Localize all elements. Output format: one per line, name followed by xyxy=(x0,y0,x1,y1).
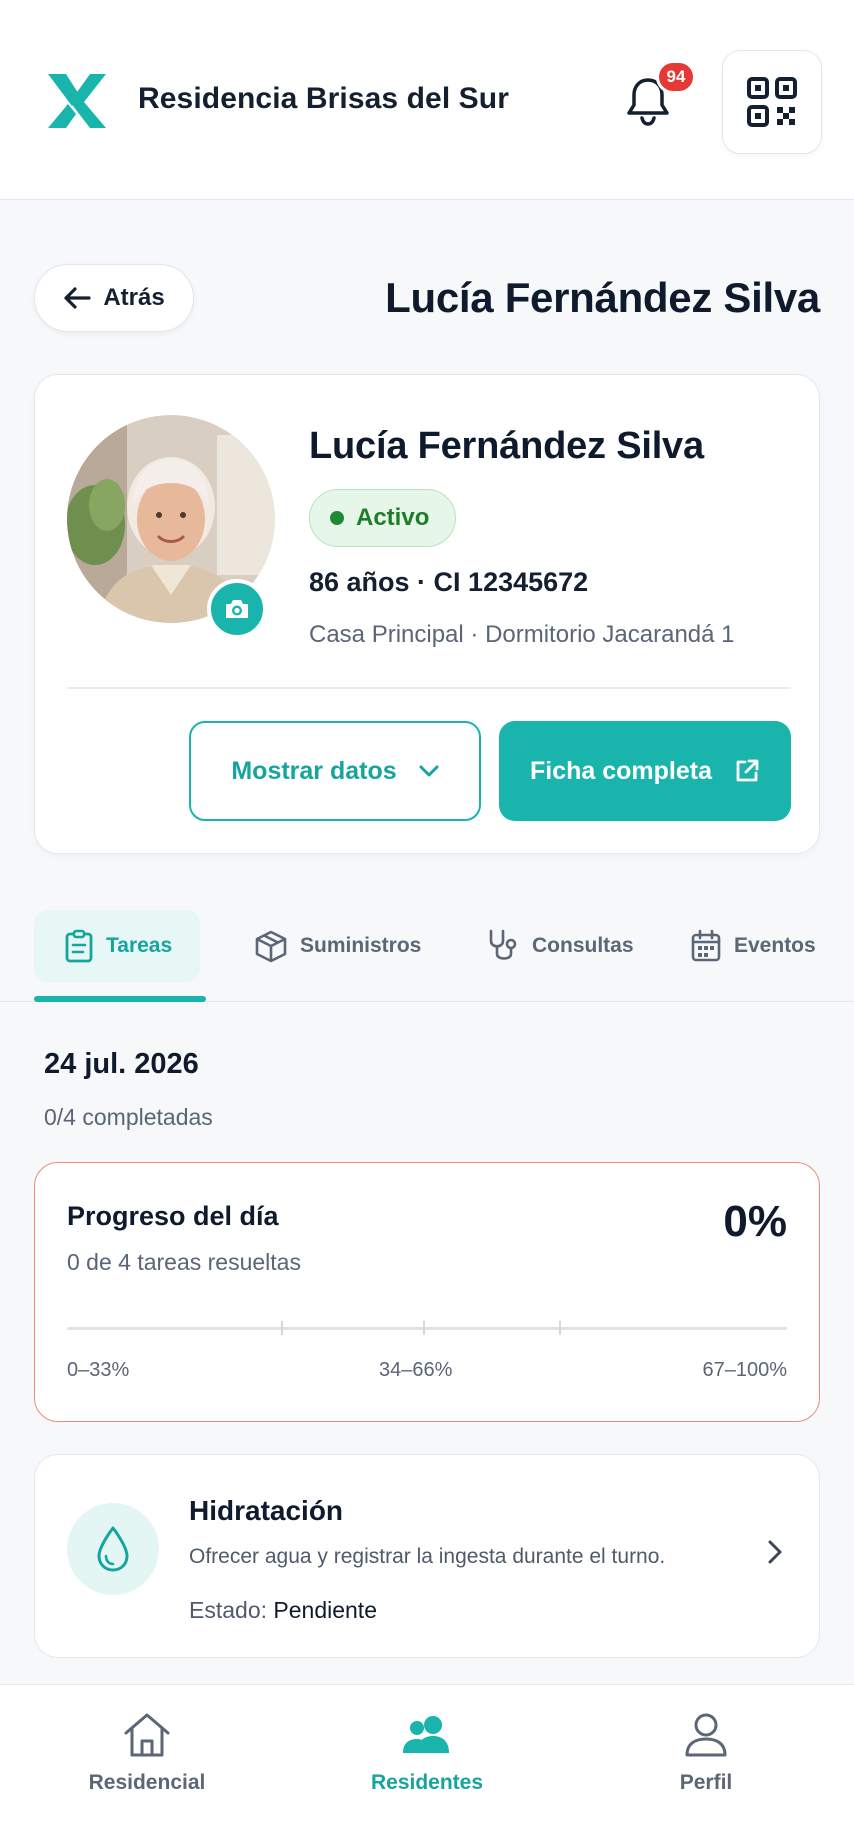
nav-label: Residencial xyxy=(88,1771,206,1794)
task-description: Ofrecer agua y registrar la ingesta dura… xyxy=(189,1545,666,1568)
tab-bar: Tareas Suministros Consultas Eventos xyxy=(0,906,854,1002)
nav-item-residencial[interactable]: Residencial xyxy=(57,1711,237,1795)
progress-tick xyxy=(281,1321,283,1335)
tab-tareas[interactable]: Tareas xyxy=(34,910,201,982)
box-icon xyxy=(255,930,287,963)
tab-suministros[interactable]: Suministros xyxy=(254,910,421,982)
task-icon-circle xyxy=(67,1503,159,1595)
task-status: Estado: Pendiente xyxy=(189,1597,377,1624)
resident-name: Lucía Fernández Silva xyxy=(309,425,704,467)
task-title: Hidratación xyxy=(189,1495,344,1526)
nav-item-residentes[interactable]: Residentes xyxy=(337,1711,517,1795)
status-dot-icon xyxy=(330,511,344,525)
show-data-label: Mostrar datos xyxy=(231,756,397,785)
back-button[interactable]: Atrás xyxy=(34,264,194,332)
external-link-icon xyxy=(736,759,759,782)
divider xyxy=(67,687,791,689)
stethoscope-icon xyxy=(489,929,517,960)
task-card-hidratacion[interactable]: Hidratación Ofrecer agua y registrar la … xyxy=(34,1454,820,1658)
progress-title: Progreso del día xyxy=(67,1201,279,1231)
back-label: Atrás xyxy=(103,284,165,311)
resident-age-id: 86 años · CI 12345672 xyxy=(309,567,589,597)
progress-range-high: 67–100% xyxy=(702,1359,787,1381)
tab-eventos[interactable]: Eventos xyxy=(690,910,816,982)
active-tab-indicator xyxy=(34,996,206,1002)
page-title: Lucía Fernández Silva xyxy=(385,274,820,321)
x-logo-icon[interactable] xyxy=(46,72,108,130)
change-photo-button[interactable] xyxy=(207,579,267,639)
users-icon xyxy=(403,1716,449,1753)
nav-item-perfil[interactable]: Perfil xyxy=(616,1711,796,1795)
chevron-down-icon xyxy=(419,765,439,777)
resident-profile-card: Lucía Fernández Silva Activo 86 años · C… xyxy=(34,374,820,854)
nav-label: Residentes xyxy=(370,1771,484,1794)
progress-range-low: 0–33% xyxy=(67,1359,130,1381)
full-record-label: Ficha completa xyxy=(530,756,712,785)
progress-tick xyxy=(559,1321,561,1335)
qr-code-icon xyxy=(747,77,797,127)
tab-label: Consultas xyxy=(532,934,634,957)
completed-count: 0/4 completadas xyxy=(44,1104,213,1130)
task-status-label: Estado: xyxy=(189,1597,267,1623)
home-icon xyxy=(124,1713,170,1757)
water-drop-icon xyxy=(97,1526,129,1572)
camera-icon xyxy=(226,600,248,618)
progress-percent: 0% xyxy=(723,1197,787,1246)
calendar-icon xyxy=(691,929,721,962)
app-header: Residencia Brisas del Sur 94 xyxy=(0,0,854,200)
task-date: 24 jul. 2026 xyxy=(44,1048,199,1080)
status-badge: Activo xyxy=(309,489,457,547)
daily-progress-card: Progreso del día 0 de 4 tareas resueltas… xyxy=(34,1162,820,1422)
bottom-navigation: Residencial Residentes Perfil xyxy=(0,1684,854,1842)
full-record-button[interactable]: Ficha completa xyxy=(499,721,791,821)
tab-label: Suministros xyxy=(300,934,422,957)
progress-bar xyxy=(67,1321,787,1335)
user-icon xyxy=(685,1713,727,1757)
progress-range-mid: 34–66% xyxy=(379,1359,453,1381)
qr-code-button[interactable] xyxy=(722,50,822,154)
chevron-right-icon[interactable] xyxy=(767,1539,783,1565)
tab-consultas[interactable]: Consultas xyxy=(486,910,634,982)
show-data-button[interactable]: Mostrar datos xyxy=(189,721,481,821)
task-status-value: Pendiente xyxy=(273,1597,377,1623)
clipboard-icon xyxy=(65,929,93,963)
progress-tick xyxy=(423,1321,425,1335)
tab-label: Tareas xyxy=(106,934,173,957)
tab-label: Eventos xyxy=(734,934,816,957)
nav-label: Perfil xyxy=(679,1771,733,1794)
notification-badge: 94 xyxy=(656,60,696,94)
app-title: Residencia Brisas del Sur xyxy=(138,82,509,115)
progress-subtitle: 0 de 4 tareas resueltas xyxy=(67,1249,301,1275)
status-label: Activo xyxy=(356,504,430,531)
arrow-left-icon xyxy=(64,287,91,309)
resident-location: Casa Principal · Dormitorio Jacarandá 1 xyxy=(309,621,735,648)
